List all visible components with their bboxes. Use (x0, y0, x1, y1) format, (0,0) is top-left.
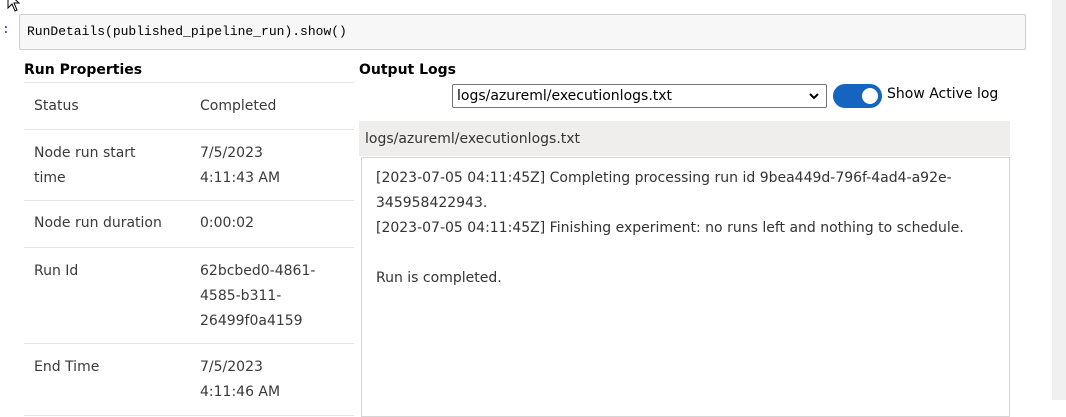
property-row-end-time: End Time 7/5/2023 4:11:46 AM (24, 344, 354, 416)
log-line: [2023-07-05 04:11:45Z] Completing proces… (376, 170, 952, 211)
show-active-log-label: Show Active log (887, 86, 999, 102)
log-file-select[interactable]: logs/azureml/executionlogs.txt (452, 84, 827, 108)
property-row-status: Status Completed (24, 83, 354, 130)
log-file-select-value: logs/azureml/executionlogs.txt (457, 88, 673, 104)
property-row-duration: Node run duration 0:00:02 (24, 201, 354, 248)
code-cell[interactable]: RunDetails(published_pipeline_run).show(… (19, 14, 1026, 50)
run-properties-title: Run Properties (24, 62, 143, 78)
property-row-start-time: Node run start time 7/5/2023 4:11:43 AM (24, 130, 354, 201)
property-label: Status (34, 98, 79, 114)
property-value: Completed (200, 98, 277, 114)
code-text[interactable]: RunDetails(published_pipeline_run).show(… (27, 24, 347, 39)
page-scrollbar[interactable] (1052, 0, 1066, 400)
log-output[interactable]: [2023-07-05 04:11:45Z] Completing proces… (361, 157, 1010, 417)
property-value: 7/5/2023 4:11:43 AM (200, 145, 281, 186)
property-label: Node run start time (34, 145, 136, 186)
show-active-log-toggle[interactable] (833, 84, 882, 108)
run-properties-table: Status Completed Node run start time 7/5… (24, 82, 354, 416)
cell-prompt: : (2, 22, 10, 37)
property-label: Node run duration (34, 215, 162, 231)
property-value: 7/5/2023 4:11:46 AM (200, 359, 281, 400)
property-label: Run Id (34, 263, 79, 279)
log-line (376, 241, 995, 266)
property-value: 0:00:02 (200, 215, 254, 231)
log-line: Run is completed. (376, 270, 502, 286)
property-label: End Time (34, 359, 100, 375)
log-header: logs/azureml/executionlogs.txt (359, 121, 1010, 156)
mouse-pointer-icon (7, 0, 21, 12)
toggle-knob (862, 88, 878, 104)
log-line: [2023-07-05 04:11:45Z] Finishing experim… (376, 220, 964, 236)
property-row-run-id: Run Id 62bcbed0-4861-4585-b311-26499f0a4… (24, 248, 354, 344)
chevron-down-icon (809, 93, 819, 100)
property-value: 62bcbed0-4861-4585-b311-26499f0a4159 (200, 263, 316, 329)
output-logs-title: Output Logs (359, 62, 457, 78)
